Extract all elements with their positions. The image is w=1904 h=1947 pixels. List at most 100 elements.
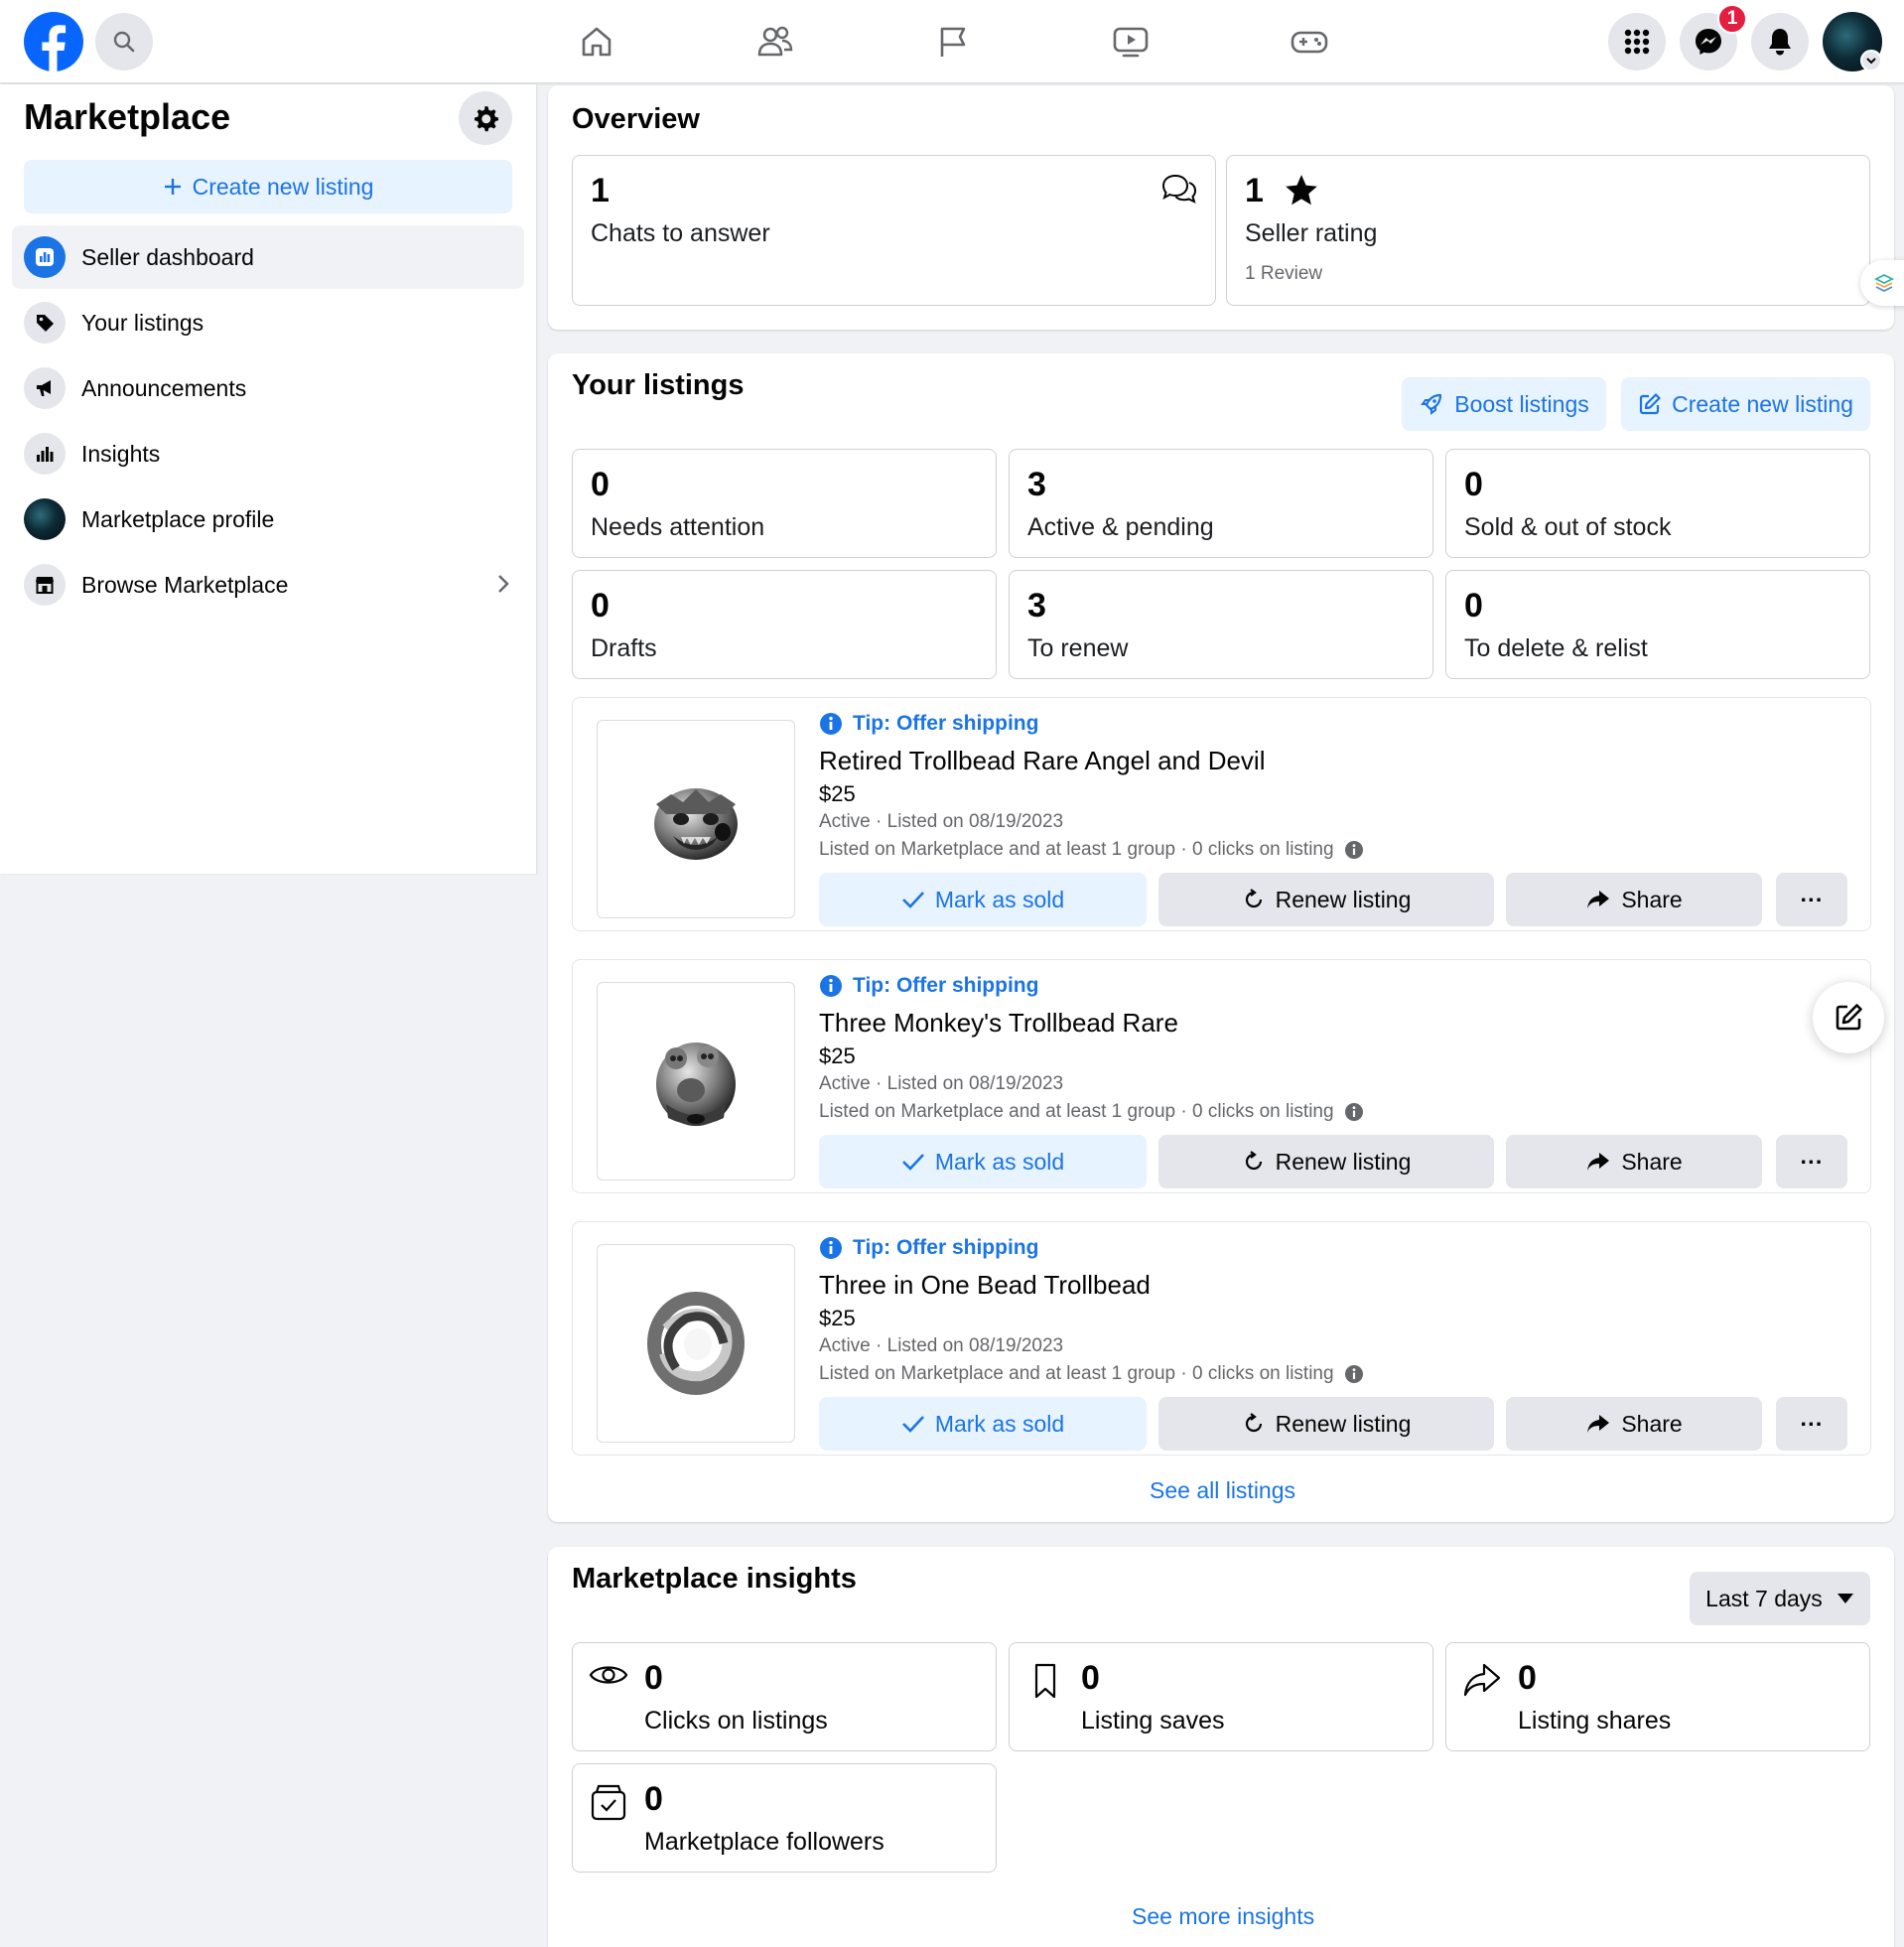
sidebar-create-listing-button[interactable]: Create new listing	[24, 160, 512, 213]
listing-price: $25	[819, 1043, 856, 1068]
sidebar-item-announcements[interactable]: Announcements	[12, 356, 524, 420]
info-icon[interactable]	[1344, 840, 1364, 860]
rating-value: 1	[1245, 172, 1264, 209]
sidebar-create-label: Create new listing	[192, 173, 374, 200]
facebook-logo[interactable]	[24, 12, 83, 71]
compose-icon	[1833, 1002, 1864, 1034]
info-icon[interactable]	[1344, 1364, 1364, 1384]
notifications-bell-icon	[1766, 27, 1794, 57]
mark-as-sold-button[interactable]: Mark as sold	[819, 1397, 1147, 1451]
listing-saves-stat[interactable]: 0 Listing saves	[1009, 1642, 1433, 1751]
create-new-listing-button[interactable]: Create new listing	[1621, 377, 1870, 431]
stat-label: Clicks on listings	[644, 1707, 828, 1735]
listing-status: Active · Listed on 08/19/2023	[819, 1073, 1064, 1094]
tip-offer-shipping[interactable]: Tip: Offer shipping	[819, 974, 1038, 998]
listing-detail: Listed on Marketplace and at least 1 gro…	[819, 839, 1334, 860]
see-more-insights-link[interactable]: See more insights	[1132, 1903, 1314, 1930]
insights-title: Marketplace insights	[572, 1563, 857, 1595]
rating-review-count[interactable]: 1 Review	[1245, 263, 1322, 285]
share-arrow-icon	[1585, 1412, 1611, 1436]
mark-as-sold-button[interactable]: Mark as sold	[819, 873, 1147, 926]
stat-value: 0	[591, 587, 610, 625]
more-options-button[interactable]: ···	[1776, 873, 1847, 926]
tip-offer-shipping[interactable]: Tip: Offer shipping	[819, 712, 1038, 736]
sidebar-item-marketplace-profile[interactable]: Marketplace profile	[12, 487, 524, 551]
stat-value: 0	[644, 1780, 663, 1818]
extension-tab[interactable]	[1860, 260, 1904, 306]
listing-shares-stat[interactable]: 0 Listing shares	[1445, 1642, 1870, 1751]
drafts-stat[interactable]: 0 Drafts	[572, 570, 997, 679]
sidebar-item-seller-dashboard[interactable]: Seller dashboard	[12, 225, 524, 289]
listing-title[interactable]: Retired Trollbead Rare Angel and Devil	[819, 746, 1265, 776]
renew-listing-button[interactable]: Renew listing	[1158, 1135, 1494, 1188]
chats-value: 1	[591, 172, 610, 209]
stat-value: 0	[591, 466, 610, 503]
mark-as-sold-button[interactable]: Mark as sold	[819, 1135, 1147, 1188]
notifications-button[interactable]	[1751, 13, 1809, 70]
sidebar-item-browse-marketplace[interactable]: Browse Marketplace	[12, 553, 524, 617]
boost-listings-button[interactable]: Boost listings	[1402, 377, 1606, 431]
clicks-on-listings-stat[interactable]: 0 Clicks on listings	[572, 1642, 997, 1751]
stat-label: To renew	[1027, 634, 1129, 662]
sidebar-item-your-listings[interactable]: Your listings	[12, 291, 524, 354]
seller-rating-stat[interactable]: 1 Seller rating 1 Review	[1226, 155, 1870, 306]
to-renew-stat[interactable]: 3 To renew	[1009, 570, 1433, 679]
active-pending-stat[interactable]: 3 Active & pending	[1009, 449, 1433, 558]
date-range-dropdown[interactable]: Last 7 days	[1690, 1572, 1870, 1625]
listing-title[interactable]: Three Monkey's Trollbead Rare	[819, 1008, 1178, 1039]
listing-item[interactable]: Tip: Offer shipping Three Monkey's Troll…	[572, 959, 1871, 1193]
overview-title: Overview	[572, 103, 700, 135]
menu-button[interactable]	[1608, 13, 1666, 70]
trollbead-devil-image	[654, 788, 738, 860]
tip-label: Tip: Offer shipping	[853, 974, 1039, 997]
more-options-button[interactable]: ···	[1776, 1135, 1847, 1188]
sidebar-item-label: Marketplace profile	[81, 505, 275, 532]
pages-flag-icon[interactable]	[927, 16, 979, 68]
dashboard-icon	[24, 236, 66, 278]
more-dots-icon: ···	[1800, 1410, 1824, 1437]
settings-button[interactable]	[459, 91, 512, 145]
star-icon	[1283, 172, 1320, 209]
caret-down-icon	[1836, 1593, 1854, 1604]
share-arrow-icon	[1585, 1150, 1611, 1174]
tag-icon	[24, 302, 66, 344]
chevron-down-icon[interactable]	[1860, 50, 1882, 71]
more-options-button[interactable]: ···	[1776, 1397, 1847, 1451]
sidebar-item-insights[interactable]: Insights	[12, 422, 524, 486]
see-all-listings-link[interactable]: See all listings	[1150, 1477, 1295, 1504]
floating-compose-button[interactable]	[1813, 982, 1884, 1053]
rocket-icon	[1419, 391, 1444, 417]
watch-icon[interactable]	[1105, 16, 1156, 68]
renew-icon	[1242, 1412, 1266, 1436]
share-button[interactable]: Share	[1506, 1397, 1762, 1451]
stat-label: Marketplace followers	[644, 1828, 884, 1856]
button-label: Renew listing	[1275, 886, 1412, 912]
sold-out-of-stock-stat[interactable]: 0 Sold & out of stock	[1445, 449, 1870, 558]
search-button[interactable]	[95, 13, 153, 70]
button-label: Mark as sold	[934, 886, 1065, 912]
friends-icon[interactable]	[749, 16, 801, 68]
bookmark-icon	[1025, 1661, 1065, 1701]
gaming-icon[interactable]	[1284, 16, 1335, 68]
home-icon[interactable]	[571, 16, 622, 68]
share-button[interactable]: Share	[1506, 1135, 1762, 1188]
button-label: Mark as sold	[934, 1410, 1065, 1437]
listing-item[interactable]: Tip: Offer shipping Retired Trollbead Ra…	[572, 697, 1871, 931]
share-button[interactable]: Share	[1506, 873, 1762, 926]
renew-listing-button[interactable]: Renew listing	[1158, 1397, 1494, 1451]
renew-listing-button[interactable]: Renew listing	[1158, 873, 1494, 926]
sidebar-item-label: Browse Marketplace	[81, 571, 289, 598]
listing-thumbnail[interactable]	[597, 1244, 795, 1443]
button-label: Share	[1621, 886, 1683, 912]
to-delete-relist-stat[interactable]: 0 To delete & relist	[1445, 570, 1870, 679]
marketplace-followers-stat[interactable]: 0 Marketplace followers	[572, 1763, 997, 1873]
chats-to-answer-stat[interactable]: 1 Chats to answer	[572, 155, 1216, 306]
needs-attention-stat[interactable]: 0 Needs attention	[572, 449, 997, 558]
listing-item[interactable]: Tip: Offer shipping Three in One Bead Tr…	[572, 1221, 1871, 1456]
sidebar-item-label: Insights	[81, 440, 161, 467]
info-icon[interactable]	[1344, 1102, 1364, 1122]
listing-title[interactable]: Three in One Bead Trollbead	[819, 1270, 1151, 1301]
listing-thumbnail[interactable]	[597, 982, 795, 1181]
tip-offer-shipping[interactable]: Tip: Offer shipping	[819, 1236, 1038, 1260]
listing-thumbnail[interactable]	[597, 720, 795, 918]
